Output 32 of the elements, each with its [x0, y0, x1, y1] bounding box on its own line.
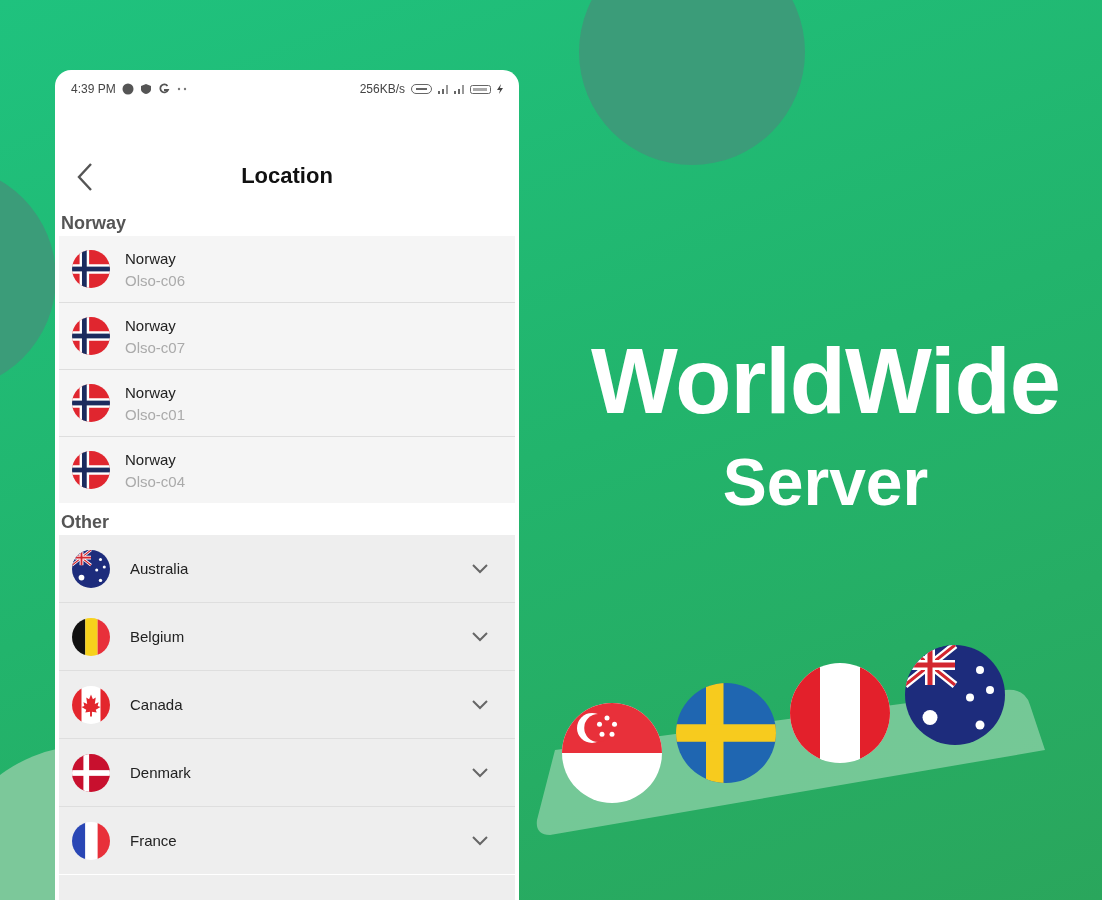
shield-icon — [139, 83, 152, 95]
server-row[interactable]: Norway Olso-c04 — [59, 437, 515, 503]
server-row[interactable]: Norway Olso-c06 — [59, 236, 515, 302]
country-row[interactable]: France — [59, 807, 515, 874]
country-row[interactable]: Denmark — [59, 739, 515, 806]
network-speed: 256KB/s — [359, 82, 405, 96]
page-title: Location — [241, 163, 333, 189]
flag-icon — [72, 384, 110, 422]
section-title: Norway — [60, 212, 128, 235]
vpn-icon — [411, 84, 432, 94]
headline: WorldWide — [591, 335, 1060, 427]
signal-icon — [438, 84, 448, 94]
charging-icon — [497, 84, 503, 94]
flag-icon — [72, 317, 110, 355]
battery-icon — [470, 84, 491, 94]
flag-icon — [72, 451, 110, 489]
flag-icon — [72, 821, 110, 860]
flag-icon — [72, 753, 110, 792]
status-time: 4:39 PM — [71, 82, 116, 96]
country-row[interactable]: Belgium — [59, 603, 515, 670]
flag-icon — [72, 617, 110, 656]
country-row[interactable]: Canada — [59, 671, 515, 738]
signal-icon — [454, 84, 464, 94]
server-row[interactable]: Norway Olso-c01 — [59, 370, 515, 436]
section-title: Other — [60, 511, 110, 534]
flag-icon — [72, 549, 110, 588]
g-logo-icon — [157, 83, 170, 95]
flag-icon — [72, 685, 110, 724]
server-row[interactable]: Norway Olso-c07 — [59, 303, 515, 369]
country-row[interactable]: Australia — [59, 535, 515, 602]
subheadline: Server — [722, 449, 929, 515]
flag-icon — [72, 250, 110, 288]
